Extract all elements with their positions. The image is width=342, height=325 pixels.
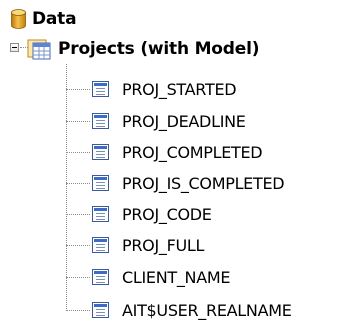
- field-label: PROJ_IS_COMPLETED: [122, 173, 285, 193]
- field-label: PROJ_DEADLINE: [122, 111, 246, 131]
- tree-connector: [66, 245, 90, 246]
- field-icon: [92, 175, 109, 191]
- field-label: PROJ_COMPLETED: [122, 142, 263, 162]
- tree-connector: [66, 64, 67, 311]
- tree-connector: [66, 152, 90, 153]
- collapse-toggle-icon[interactable]: [10, 43, 19, 52]
- field-label: PROJ_CODE: [122, 204, 212, 224]
- data-tree: Data Projects (with Model) PROJ_STARTED …: [0, 0, 342, 323]
- field-icon: [92, 237, 109, 253]
- tree-node-label: Projects (with Model): [58, 39, 260, 59]
- field-label: CLIENT_NAME: [122, 267, 231, 287]
- tree-connector: [66, 89, 90, 90]
- field-label: AIT$USER_REALNAME: [122, 300, 292, 320]
- tree-connector: [66, 121, 90, 122]
- tree-connector: [66, 277, 90, 278]
- tree-connector: [66, 310, 90, 311]
- field-icon: [92, 302, 109, 318]
- field-icon: [92, 113, 109, 129]
- field-icon: [92, 269, 109, 285]
- field-icon: [92, 144, 109, 160]
- tree-node-label: Data: [32, 9, 77, 29]
- tree-connector: [66, 214, 90, 215]
- field-label: PROJ_STARTED: [122, 79, 237, 99]
- field-icon: [92, 81, 109, 97]
- field-label: PROJ_FULL: [122, 235, 205, 255]
- database-icon: [11, 9, 26, 29]
- field-icon: [92, 206, 109, 222]
- table-icon: [27, 39, 51, 60]
- tree-connector: [66, 183, 90, 184]
